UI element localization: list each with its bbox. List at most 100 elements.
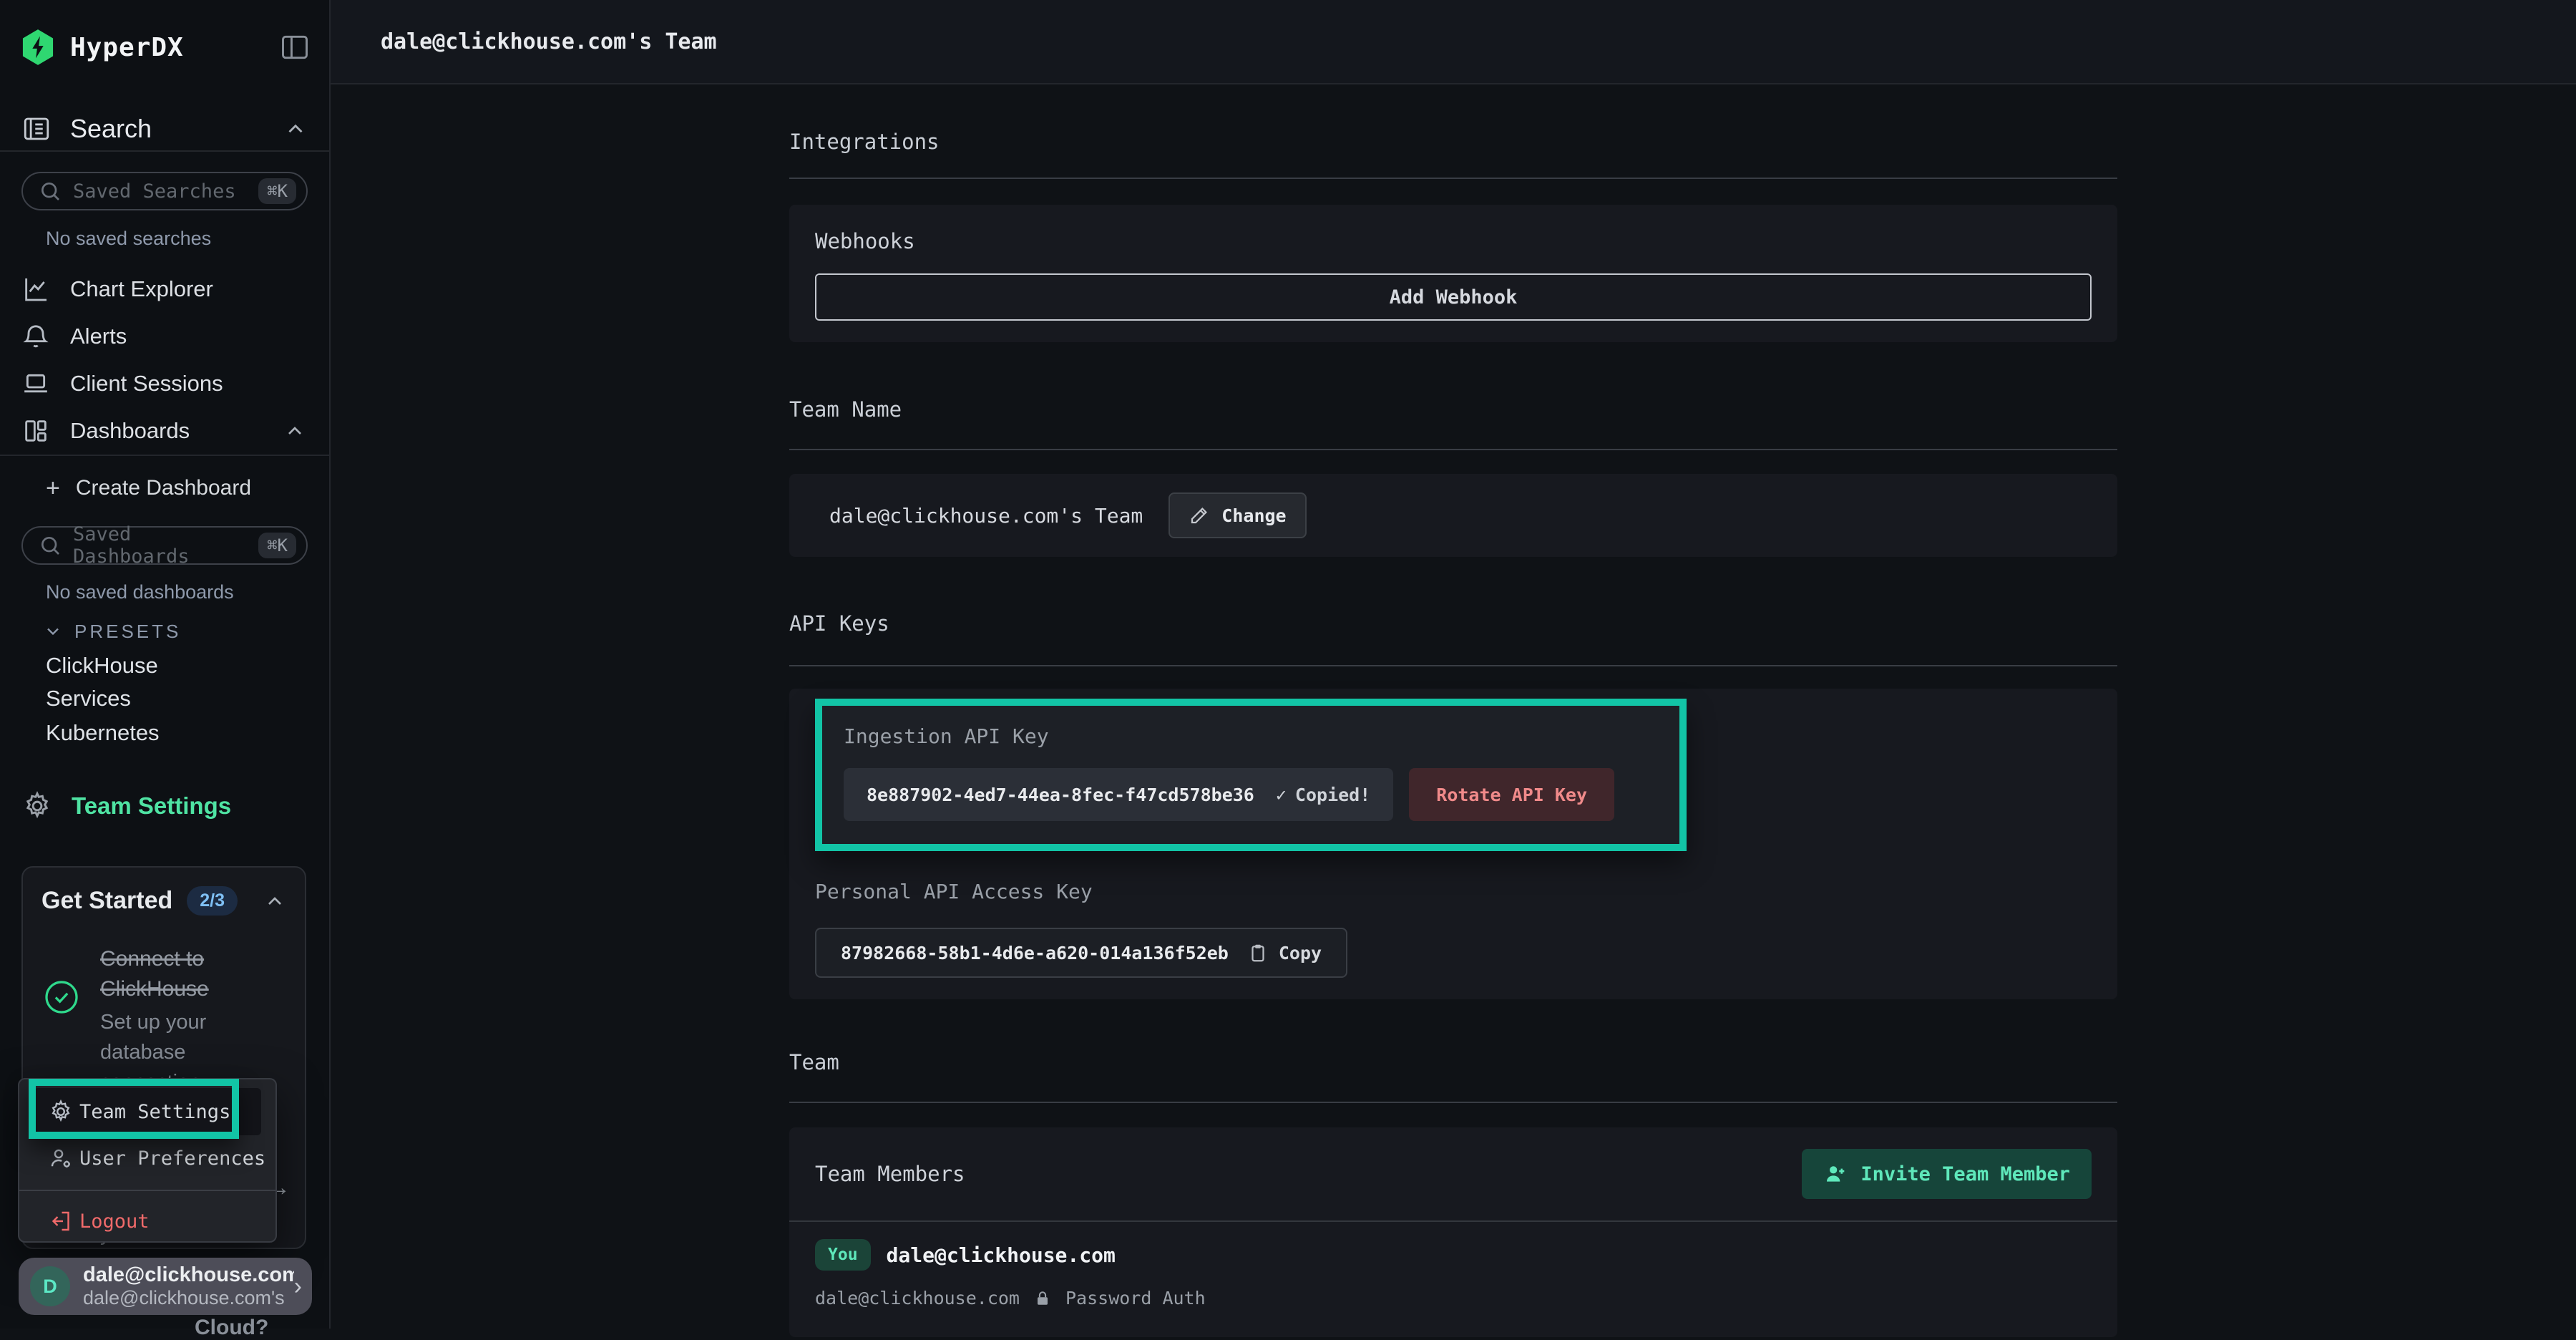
annotation-highlight-ingestion-key: Ingestion API Key 8e887902-4ed7-44ea-8fe… [815, 699, 1687, 851]
copy-label: Copy [1279, 943, 1322, 963]
collapse-sidebar-icon[interactable] [279, 31, 311, 63]
user-name: dale@clickhouse.com [83, 1263, 294, 1287]
menu-item-user-preferences[interactable]: User Preferences [19, 1135, 275, 1181]
ingestion-key-value: 8e887902-4ed7-44ea-8fec-f47cd578be36 [867, 785, 1254, 805]
progress-badge: 2/3 [187, 886, 238, 916]
section-heading-team-name: Team Name [789, 397, 2117, 422]
page-title: dale@clickhouse.com's Team [381, 29, 717, 54]
preset-item-clickhouse[interactable]: ClickHouse [46, 649, 158, 682]
menu-divider [19, 1190, 275, 1191]
change-team-name-button[interactable]: Change [1169, 492, 1306, 538]
menu-item-label: Logout [79, 1210, 150, 1233]
section-heading-integrations: Integrations [789, 129, 2117, 155]
menu-item-logout[interactable]: Logout [19, 1198, 275, 1244]
chevron-down-icon [43, 621, 63, 641]
section-divider [789, 665, 2117, 666]
api-keys-card: Ingestion API Key 8e887902-4ed7-44ea-8fe… [789, 689, 2117, 999]
check-icon: ✓ [1276, 785, 1287, 805]
menu-item-team-settings[interactable]: Team Settings [34, 1088, 261, 1135]
team-members-title: Team Members [815, 1162, 965, 1186]
sidebar-item-label: Chart Explorer [70, 276, 213, 302]
ingestion-key-pill[interactable]: 8e887902-4ed7-44ea-8fec-f47cd578be36 ✓ C… [844, 768, 1393, 821]
search-section-icon [21, 114, 52, 144]
search-icon [39, 534, 62, 557]
member-auth-type: Password Auth [1065, 1288, 1206, 1309]
main-area: dale@clickhouse.com's Team Integrations … [331, 0, 2576, 1329]
shortcut-badge: ⌘K [258, 178, 296, 204]
section-divider [789, 449, 2117, 450]
hyperdx-logo-icon [21, 29, 54, 65]
member-email: dale@clickhouse.com [815, 1288, 1020, 1309]
webhooks-title: Webhooks [815, 229, 2092, 253]
invite-button-label: Invite Team Member [1860, 1163, 2070, 1185]
logout-icon [48, 1208, 79, 1234]
get-started-step-connect[interactable]: Connect to ClickHouse Set up your databa… [42, 944, 286, 1097]
section-divider [789, 1102, 2117, 1103]
presets-toggle[interactable]: PRESETS [43, 617, 181, 646]
sidebar-item-dashboards[interactable]: Dashboards [0, 407, 331, 455]
sidebar-section-search[interactable]: Search [21, 109, 308, 149]
search-section-label: Search [70, 114, 152, 144]
clipped-cloud-text: Cloud? [195, 1316, 268, 1340]
personal-key-value: 87982668-58b1-4d6e-a620-014a136f52eb [841, 943, 1229, 963]
sidebar-item-team-settings[interactable]: Team Settings [21, 786, 231, 826]
personal-key-pill[interactable]: 87982668-58b1-4d6e-a620-014a136f52eb Cop… [815, 928, 1347, 978]
no-saved-searches-note: No saved searches [46, 228, 211, 250]
team-members-card: Team Members Invite Team Member You dale… [789, 1127, 2117, 1337]
create-dashboard-label: Create Dashboard [76, 476, 251, 500]
chevron-up-icon[interactable] [283, 117, 308, 141]
sidebar-item-chart-explorer[interactable]: Chart Explorer [0, 266, 331, 313]
saved-searches-placeholder: Saved Searches [73, 180, 236, 203]
change-button-label: Change [1221, 505, 1286, 526]
menu-item-label: Team Settings [79, 1101, 230, 1123]
sidebar-item-label: Alerts [70, 324, 127, 349]
sidebar-item-client-sessions[interactable]: Client Sessions [0, 360, 331, 407]
user-gear-icon [48, 1145, 79, 1171]
bell-icon [21, 322, 50, 351]
create-dashboard-button[interactable]: + Create Dashboard [46, 470, 251, 506]
rotate-api-key-button[interactable]: Rotate API Key [1409, 768, 1614, 821]
team-name-value: dale@clickhouse.com's Team [829, 504, 1143, 528]
you-badge: You [815, 1239, 871, 1271]
chevron-up-icon[interactable] [283, 419, 306, 442]
section-heading-team: Team [789, 1049, 2117, 1075]
plus-icon: + [46, 475, 60, 502]
search-icon [39, 180, 62, 203]
member-name: dale@clickhouse.com [887, 1243, 1116, 1267]
topbar: dale@clickhouse.com's Team [331, 0, 2576, 84]
copy-button[interactable]: Copy [1247, 942, 1322, 963]
gear-icon [48, 1099, 79, 1125]
sidebar-divider [0, 455, 329, 456]
team-member-row: You dale@clickhouse.com dale@clickhouse.… [789, 1222, 2117, 1337]
webhooks-card: Webhooks Add Webhook [789, 205, 2117, 342]
preset-item-services[interactable]: Services [46, 682, 131, 715]
no-saved-dashboards-note: No saved dashboards [46, 581, 234, 603]
ingestion-key-label: Ingestion API Key [844, 724, 1658, 748]
copied-label: Copied! [1295, 785, 1370, 805]
chart-icon [21, 275, 50, 304]
invite-team-member-button[interactable]: Invite Team Member [1802, 1149, 2092, 1199]
menu-item-label: User Preferences [79, 1147, 265, 1170]
app-name: HyperDX [70, 33, 184, 62]
preset-item-kubernetes[interactable]: Kubernetes [46, 717, 160, 749]
shortcut-badge: ⌘K [258, 533, 296, 558]
avatar: D [30, 1266, 70, 1306]
get-started-title: Get Started [42, 887, 172, 915]
step-title: Connect to ClickHouse [100, 944, 286, 1004]
dashboard-grid-icon [21, 417, 50, 445]
user-account-button[interactable]: D dale@clickhouse.com dale@clickhouse.co… [19, 1258, 312, 1315]
chevron-up-icon[interactable] [263, 890, 286, 913]
section-heading-api-keys: API Keys [789, 611, 2117, 636]
sidebar-item-label: Client Sessions [70, 371, 223, 397]
gear-icon [21, 790, 53, 822]
saved-dashboards-input[interactable]: Saved Dashboards ⌘K [21, 526, 308, 565]
sidebar-item-alerts[interactable]: Alerts [0, 313, 331, 360]
chevron-right-icon: › [294, 1273, 302, 1301]
saved-searches-input[interactable]: Saved Searches ⌘K [21, 172, 308, 210]
sidebar: HyperDX Search Saved Searches ⌘K No save… [0, 0, 331, 1329]
add-webhook-button[interactable]: Add Webhook [815, 273, 2092, 321]
user-menu-popup: Team Settings User Preferences Logout [18, 1078, 277, 1243]
team-name-card: dale@clickhouse.com's Team Change [789, 474, 2117, 557]
section-divider [789, 178, 2117, 179]
presets-label: PRESETS [74, 621, 181, 643]
